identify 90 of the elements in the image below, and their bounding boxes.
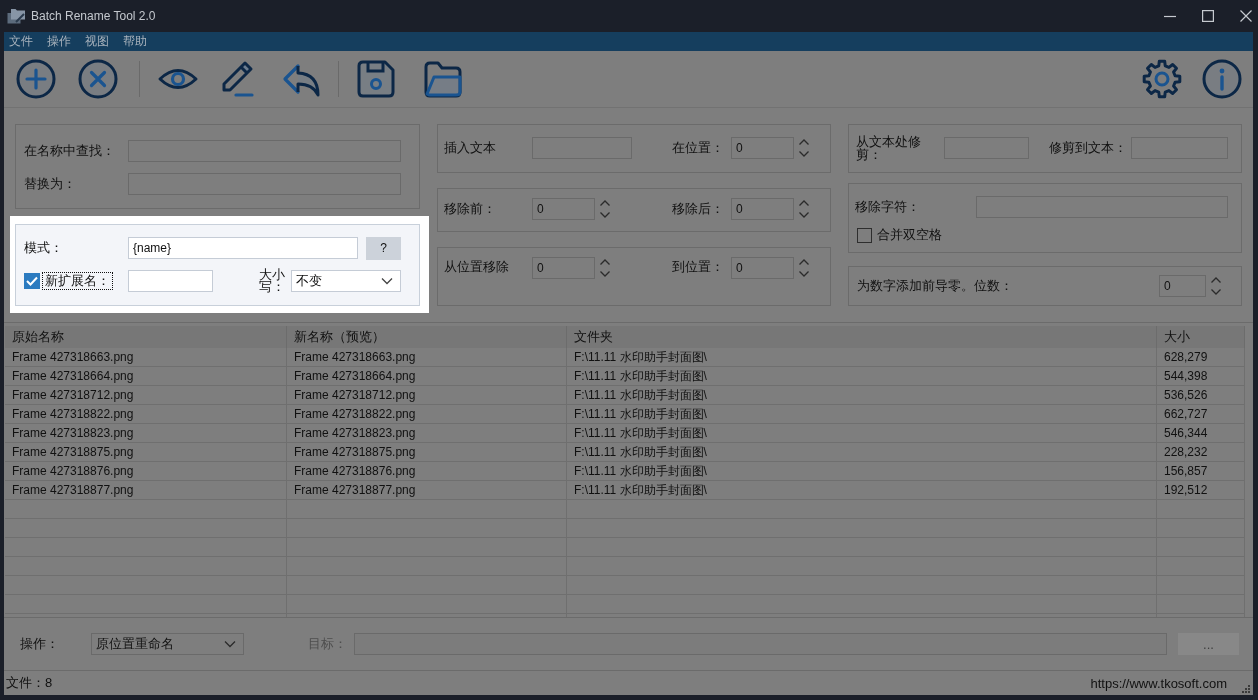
number-field[interactable]: 0 <box>1159 275 1206 297</box>
table-cell: Frame 427318712.png <box>287 386 567 404</box>
window-title: Batch Rename Tool 2.0 <box>31 9 156 23</box>
table-cell: Frame 427318876.png <box>287 462 567 480</box>
table-cell: 662,727 <box>1157 405 1245 423</box>
up-down-chevrons-icon[interactable] <box>599 257 611 279</box>
field-label: 模式： <box>24 239 64 257</box>
table-cell: Frame 427318664.png <box>5 367 287 385</box>
menu-item[interactable]: 帮助 <box>123 32 147 51</box>
pattern-field[interactable]: {name} <box>128 237 358 259</box>
resize-grip-icon[interactable] <box>1241 683 1250 693</box>
column-header[interactable]: 原始名称 <box>5 326 287 348</box>
table-cell: 536,526 <box>1157 386 1245 404</box>
table-cell: Frame 427318664.png <box>287 367 567 385</box>
up-down-chevrons-icon[interactable] <box>1210 275 1222 297</box>
number-field[interactable]: 0 <box>731 257 794 279</box>
table-cell: Frame 427318823.png <box>5 424 287 442</box>
field-label: 从文本处修剪： <box>856 135 922 161</box>
field-label: 在名称中查找： <box>24 142 116 160</box>
table-cell: Frame 427318712.png <box>5 386 287 404</box>
extension-field[interactable] <box>128 270 213 292</box>
checkbox-icon[interactable] <box>24 273 40 289</box>
up-down-chevrons-icon[interactable] <box>798 198 810 220</box>
field-label: 在位置： <box>672 139 725 157</box>
table-cell: Frame 427318663.png <box>287 348 567 366</box>
table-cell: 192,512 <box>1157 481 1245 499</box>
field-label: 插入文本 <box>444 139 497 157</box>
table-cell: F:\11.11 水印助手封面图\ <box>567 405 1157 423</box>
number-field[interactable]: 0 <box>731 137 794 159</box>
table-cell: F:\11.11 水印助手封面图\ <box>567 386 1157 404</box>
table-cell: F:\11.11 水印助手封面图\ <box>567 424 1157 442</box>
table-cell: 546,344 <box>1157 424 1245 442</box>
menu-item[interactable]: 操作 <box>47 32 71 51</box>
help-button[interactable]: ? <box>366 236 401 260</box>
info-icon[interactable] <box>1202 59 1242 99</box>
table-cell: F:\11.11 水印助手封面图\ <box>567 443 1157 461</box>
number-field[interactable]: 0 <box>532 198 595 220</box>
file-count: 文件：8 <box>6 674 53 692</box>
table-cell: 628,279 <box>1157 348 1245 366</box>
table-cell: Frame 427318663.png <box>5 348 287 366</box>
column-header[interactable]: 大小 <box>1157 326 1245 348</box>
chevron-down-icon <box>224 640 236 648</box>
table-cell: F:\11.11 水印助手封面图\ <box>567 367 1157 385</box>
table-cell: Frame 427318822.png <box>5 405 287 423</box>
field-label: 从位置移除 <box>444 258 510 276</box>
field-label: 移除字符： <box>855 198 921 216</box>
folder-icon[interactable] <box>423 59 463 99</box>
table-cell: Frame 427318875.png <box>287 443 567 461</box>
table-cell: Frame 427318875.png <box>5 443 287 461</box>
table-cell: F:\11.11 水印助手封面图\ <box>567 481 1157 499</box>
settings-icon[interactable] <box>1142 59 1182 99</box>
checkbox-label[interactable]: 合并双空格 <box>877 226 942 244</box>
chevron-down-icon <box>381 277 393 285</box>
plus-circle-icon[interactable] <box>16 59 56 99</box>
field-label: 到位置： <box>672 258 725 276</box>
field-label: 替换为： <box>24 175 77 193</box>
table-cell: 544,398 <box>1157 367 1245 385</box>
table-cell: F:\11.11 水印助手封面图\ <box>567 462 1157 480</box>
close-icon[interactable] <box>1240 10 1252 22</box>
field-label: 移除前： <box>444 200 497 218</box>
x-circle-icon[interactable] <box>78 59 118 99</box>
menu-item[interactable]: 文件 <box>9 32 33 51</box>
number-field[interactable]: 0 <box>731 198 794 220</box>
table-cell: Frame 427318876.png <box>5 462 287 480</box>
field-label: 大小写： <box>259 269 286 293</box>
column-header[interactable]: 新名称（预览） <box>287 326 567 348</box>
website-link[interactable]: https://www.tkosoft.com <box>1090 675 1227 691</box>
up-down-chevrons-icon[interactable] <box>798 257 810 279</box>
checkbox-icon[interactable] <box>857 227 872 243</box>
checkbox-label[interactable]: 新扩展名： <box>42 272 113 290</box>
table-cell: Frame 427318823.png <box>287 424 567 442</box>
maximize-icon[interactable] <box>1202 10 1214 22</box>
operation-dropdown[interactable]: 原位置重命名 <box>91 633 244 655</box>
table-cell: Frame 427318822.png <box>287 405 567 423</box>
table-cell: Frame 427318877.png <box>287 481 567 499</box>
field-label: 移除后： <box>672 200 725 218</box>
menu-item[interactable]: 视图 <box>85 32 109 51</box>
column-header[interactable]: 文件夹 <box>567 326 1157 348</box>
number-field[interactable]: 0 <box>532 257 595 279</box>
table-cell: F:\11.11 水印助手封面图\ <box>567 348 1157 366</box>
table-cell: 156,857 <box>1157 462 1245 480</box>
up-down-chevrons-icon[interactable] <box>798 137 810 159</box>
field-label: 修剪到文本： <box>1049 139 1128 157</box>
table-cell: 228,232 <box>1157 443 1245 461</box>
field-label: 操作： <box>20 635 60 653</box>
up-down-chevrons-icon[interactable] <box>599 198 611 220</box>
folders-icon <box>7 8 26 24</box>
case-dropdown[interactable]: 不变 <box>291 270 401 292</box>
field-label: 为数字添加前导零。位数： <box>857 277 1013 295</box>
table-cell: Frame 427318877.png <box>5 481 287 499</box>
